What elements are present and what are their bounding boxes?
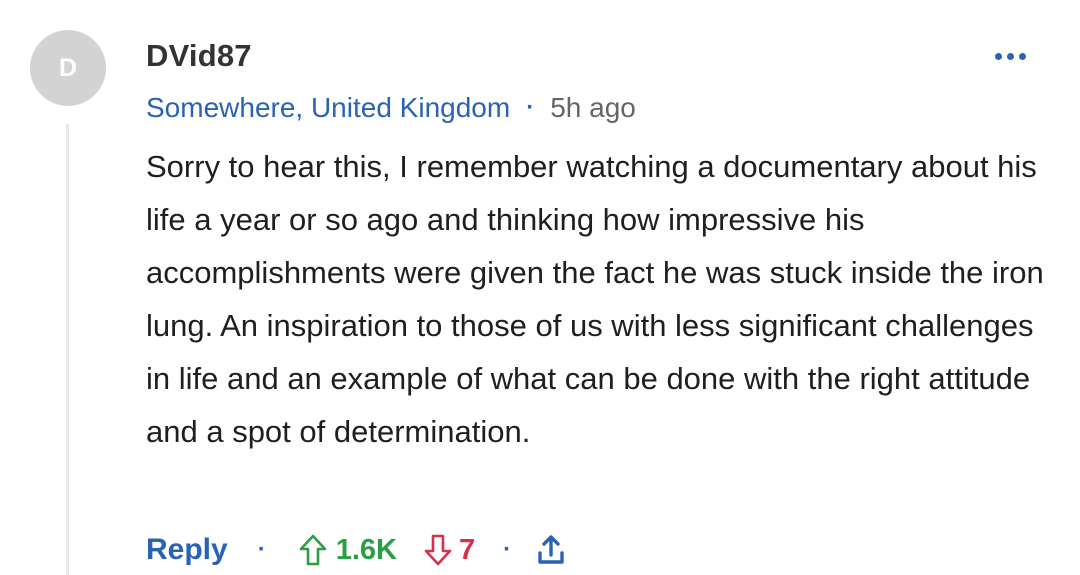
reply-button[interactable]: Reply	[146, 533, 228, 567]
avatar[interactable]: D	[30, 30, 106, 106]
more-options-icon	[994, 52, 1002, 60]
comment-text: Sorry to hear this, I remember watching …	[146, 149, 1044, 449]
thread-line[interactable]	[66, 124, 69, 575]
location: Somewhere, United Kingdom	[146, 92, 511, 123]
share-icon	[538, 535, 564, 564]
actions-separator: ·	[257, 536, 266, 563]
upvote-button[interactable]: 1.6K	[298, 533, 397, 567]
downvote-button[interactable]: 7	[423, 533, 475, 567]
more-options-icon	[1018, 52, 1026, 60]
comment-meta: Somewhere, United Kingdom · 5h ago	[146, 92, 636, 124]
upvote-count: 1.6K	[335, 533, 397, 566]
timestamp: 5h ago	[550, 92, 636, 123]
meta-separator: ·	[526, 94, 535, 121]
comment-card: D DVid87 Somewhere, United Kingdom · 5h …	[0, 0, 1080, 575]
avatar-initial: D	[58, 53, 78, 82]
more-options-icon	[1006, 52, 1014, 60]
arrow-down-icon	[424, 534, 452, 566]
downvote-count: 7	[458, 533, 476, 566]
arrow-up-icon	[299, 534, 327, 566]
username[interactable]: DVid87	[146, 38, 252, 74]
comment-actions: Reply · 1.6K 7 ·	[146, 528, 567, 572]
more-options-button[interactable]	[985, 42, 1035, 70]
actions-separator: ·	[503, 536, 512, 563]
share-button[interactable]	[535, 533, 567, 567]
